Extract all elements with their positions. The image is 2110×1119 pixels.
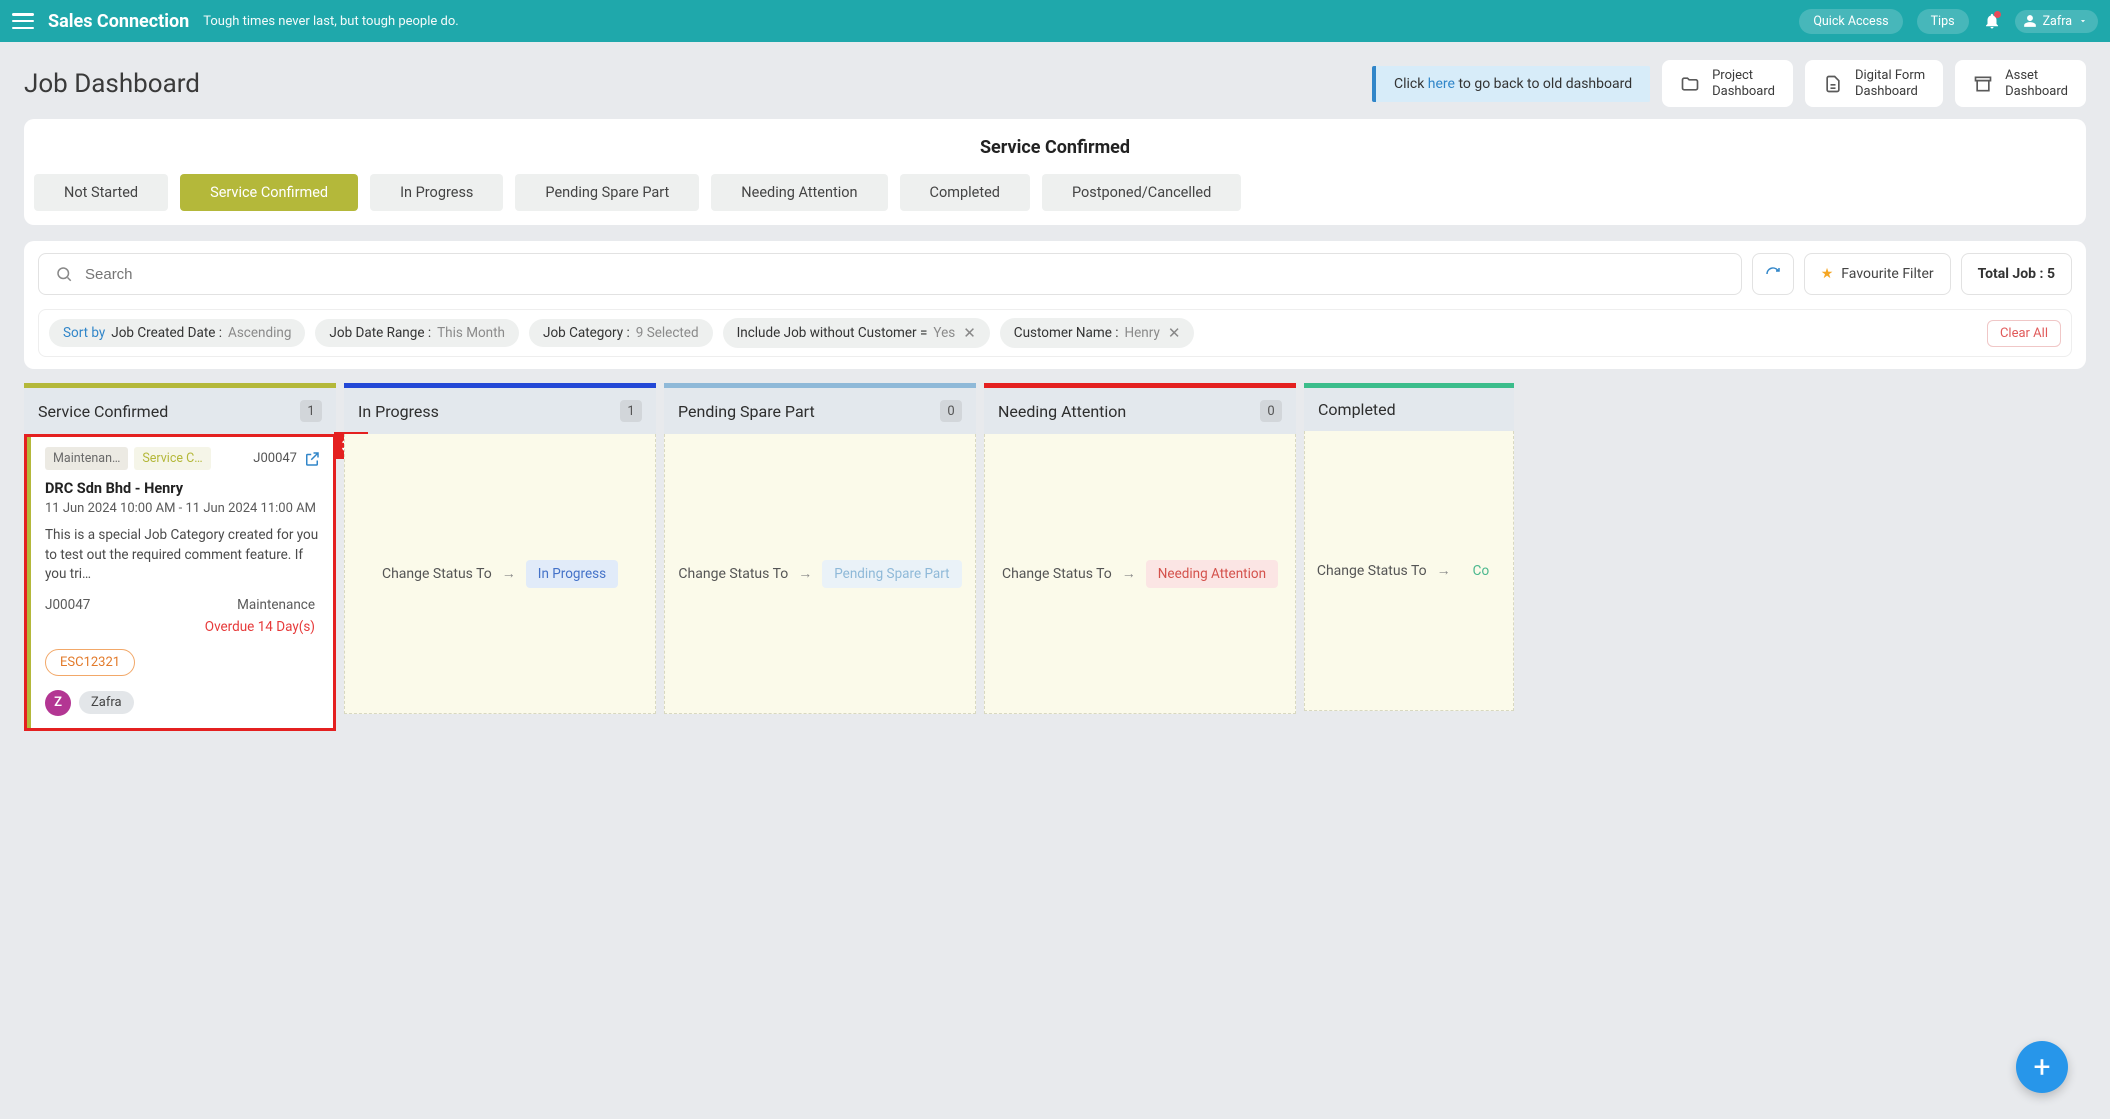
column-header: Pending Spare Part 0 <box>664 388 976 434</box>
status-pill: Co <box>1461 557 1502 585</box>
topbar: Sales Connection Tough times never last,… <box>0 0 2110 42</box>
card-description: This is a special Job Category created f… <box>45 526 321 585</box>
job-card[interactable]: 35 Maintenan… Service C… J00047 DRC Sdn … <box>24 434 336 731</box>
card-overdue: Overdue 14 Day(s) <box>39 619 315 635</box>
plus-icon: + <box>2033 1050 2050 1085</box>
column-header: Completed <box>1304 388 1514 431</box>
open-external-icon[interactable] <box>303 450 321 468</box>
arrow-right-icon: → <box>798 565 812 582</box>
status-panel-title: Service Confirmed <box>34 137 2076 158</box>
page-header: Job Dashboard Click here to go back to o… <box>0 42 2110 119</box>
folder-icon <box>1680 74 1700 94</box>
tab-postponed-cancelled[interactable]: Postponed/Cancelled <box>1042 174 1241 211</box>
tab-needing-attention[interactable]: Needing Attention <box>711 174 887 211</box>
drop-zone[interactable]: Change Status To → Pending Spare Part <box>664 434 976 714</box>
total-job-count: Total Job : 5 <box>1961 253 2072 295</box>
tips-button[interactable]: Tips <box>1917 9 1969 34</box>
brand-name: Sales Connection <box>48 11 189 32</box>
status-panel: Service Confirmed Not Started Service Co… <box>24 119 2086 225</box>
remove-filter-icon[interactable]: ✕ <box>1168 324 1181 342</box>
column-count: 0 <box>940 400 962 422</box>
job-category-chip[interactable]: Job Category : 9 Selected <box>529 319 713 347</box>
column-header: In Progress 1 <box>344 388 656 434</box>
notifications-icon[interactable] <box>1983 12 2001 30</box>
column-completed: Completed Change Status To → Co <box>1304 383 1514 731</box>
column-count: 1 <box>300 400 322 422</box>
refresh-button[interactable] <box>1752 253 1794 295</box>
card-status-tag: Service C… <box>134 447 210 470</box>
status-pill: Needing Attention <box>1146 560 1278 588</box>
column-in-progress: In Progress 1 Change Status To → In Prog… <box>344 383 656 731</box>
favourite-filter-button[interactable]: ★ Favourite Filter <box>1804 253 1951 295</box>
tab-not-started[interactable]: Not Started <box>34 174 168 211</box>
card-dates: 11 Jun 2024 10:00 AM - 11 Jun 2024 11:00… <box>45 501 321 516</box>
tab-in-progress[interactable]: In Progress <box>370 174 503 211</box>
card-category-tag: Maintenan… <box>45 447 128 470</box>
status-pill: Pending Spare Part <box>822 560 961 588</box>
customer-name-chip[interactable]: Customer Name : Henry ✕ <box>1000 318 1195 348</box>
arrow-right-icon: → <box>1437 562 1451 579</box>
drop-zone[interactable]: Change Status To → In Progress <box>344 434 656 714</box>
column-pending-spare-part: Pending Spare Part 0 Change Status To → … <box>664 383 976 731</box>
column-count: 1 <box>620 400 642 422</box>
column-header: Service Confirmed 1 <box>24 388 336 434</box>
tab-pending-spare-part[interactable]: Pending Spare Part <box>515 174 699 211</box>
date-range-chip[interactable]: Job Date Range : This Month <box>315 319 519 347</box>
digital-form-dashboard-button[interactable]: Digital FormDashboard <box>1805 60 1943 107</box>
search-icon <box>55 265 73 283</box>
chevron-down-icon <box>2078 16 2088 26</box>
kanban-board: Service Confirmed 1 35 Maintenan… Servic… <box>0 383 2110 755</box>
card-id: J00047 <box>253 451 297 466</box>
project-dashboard-button[interactable]: ProjectDashboard <box>1662 60 1793 107</box>
clear-all-button[interactable]: Clear All <box>1987 320 2061 347</box>
sort-chip[interactable]: Sort by Job Created Date : Ascending <box>49 319 305 347</box>
card-assignee: Z Zafra <box>45 690 321 716</box>
filter-row: Sort by Job Created Date : Ascending Job… <box>38 309 2072 357</box>
old-dashboard-notice: Click here to go back to old dashboard <box>1372 66 1650 102</box>
file-icon <box>1823 74 1843 94</box>
asset-dashboard-button[interactable]: AssetDashboard <box>1955 60 2086 107</box>
hamburger-menu[interactable] <box>12 13 34 29</box>
assignee-name: Zafra <box>79 691 134 714</box>
user-menu[interactable]: Zafra <box>2015 10 2098 33</box>
search-box[interactable] <box>38 253 1742 295</box>
old-dashboard-link[interactable]: here <box>1428 76 1455 92</box>
star-icon: ★ <box>1821 266 1834 282</box>
tagline: Tough times never last, but tough people… <box>203 14 458 29</box>
add-job-fab[interactable]: + <box>2016 1041 2068 1093</box>
refresh-icon <box>1764 265 1782 283</box>
status-pill: In Progress <box>526 560 618 588</box>
search-input[interactable] <box>85 266 1725 283</box>
drop-zone[interactable]: Change Status To → Needing Attention <box>984 434 1296 714</box>
column-header: Needing Attention 0 <box>984 388 1296 434</box>
status-tabs: Not Started Service Confirmed In Progres… <box>34 174 2076 211</box>
page-title: Job Dashboard <box>24 69 200 99</box>
card-category: Maintenance <box>237 597 315 613</box>
avatar: Z <box>45 690 71 716</box>
card-title: DRC Sdn Bhd - Henry <box>45 480 321 497</box>
user-name: Zafra <box>2043 14 2072 29</box>
drop-zone[interactable]: Change Status To → Co <box>1304 431 1514 711</box>
card-reference: ESC12321 <box>45 649 135 676</box>
include-no-customer-chip[interactable]: Include Job without Customer = Yes ✕ <box>723 318 990 348</box>
column-needing-attention: Needing Attention 0 Change Status To → N… <box>984 383 1296 731</box>
quick-access-button[interactable]: Quick Access <box>1799 9 1902 34</box>
column-count: 0 <box>1260 400 1282 422</box>
arrow-right-icon: → <box>502 565 516 582</box>
remove-filter-icon[interactable]: ✕ <box>963 324 976 342</box>
column-service-confirmed: Service Confirmed 1 35 Maintenan… Servic… <box>24 383 336 731</box>
card-id-secondary: J00047 <box>45 597 90 613</box>
archive-icon <box>1973 74 1993 94</box>
tab-completed[interactable]: Completed <box>900 174 1030 211</box>
arrow-right-icon: → <box>1122 565 1136 582</box>
tab-service-confirmed[interactable]: Service Confirmed <box>180 174 358 211</box>
search-panel: ★ Favourite Filter Total Job : 5 Sort by… <box>24 241 2086 369</box>
